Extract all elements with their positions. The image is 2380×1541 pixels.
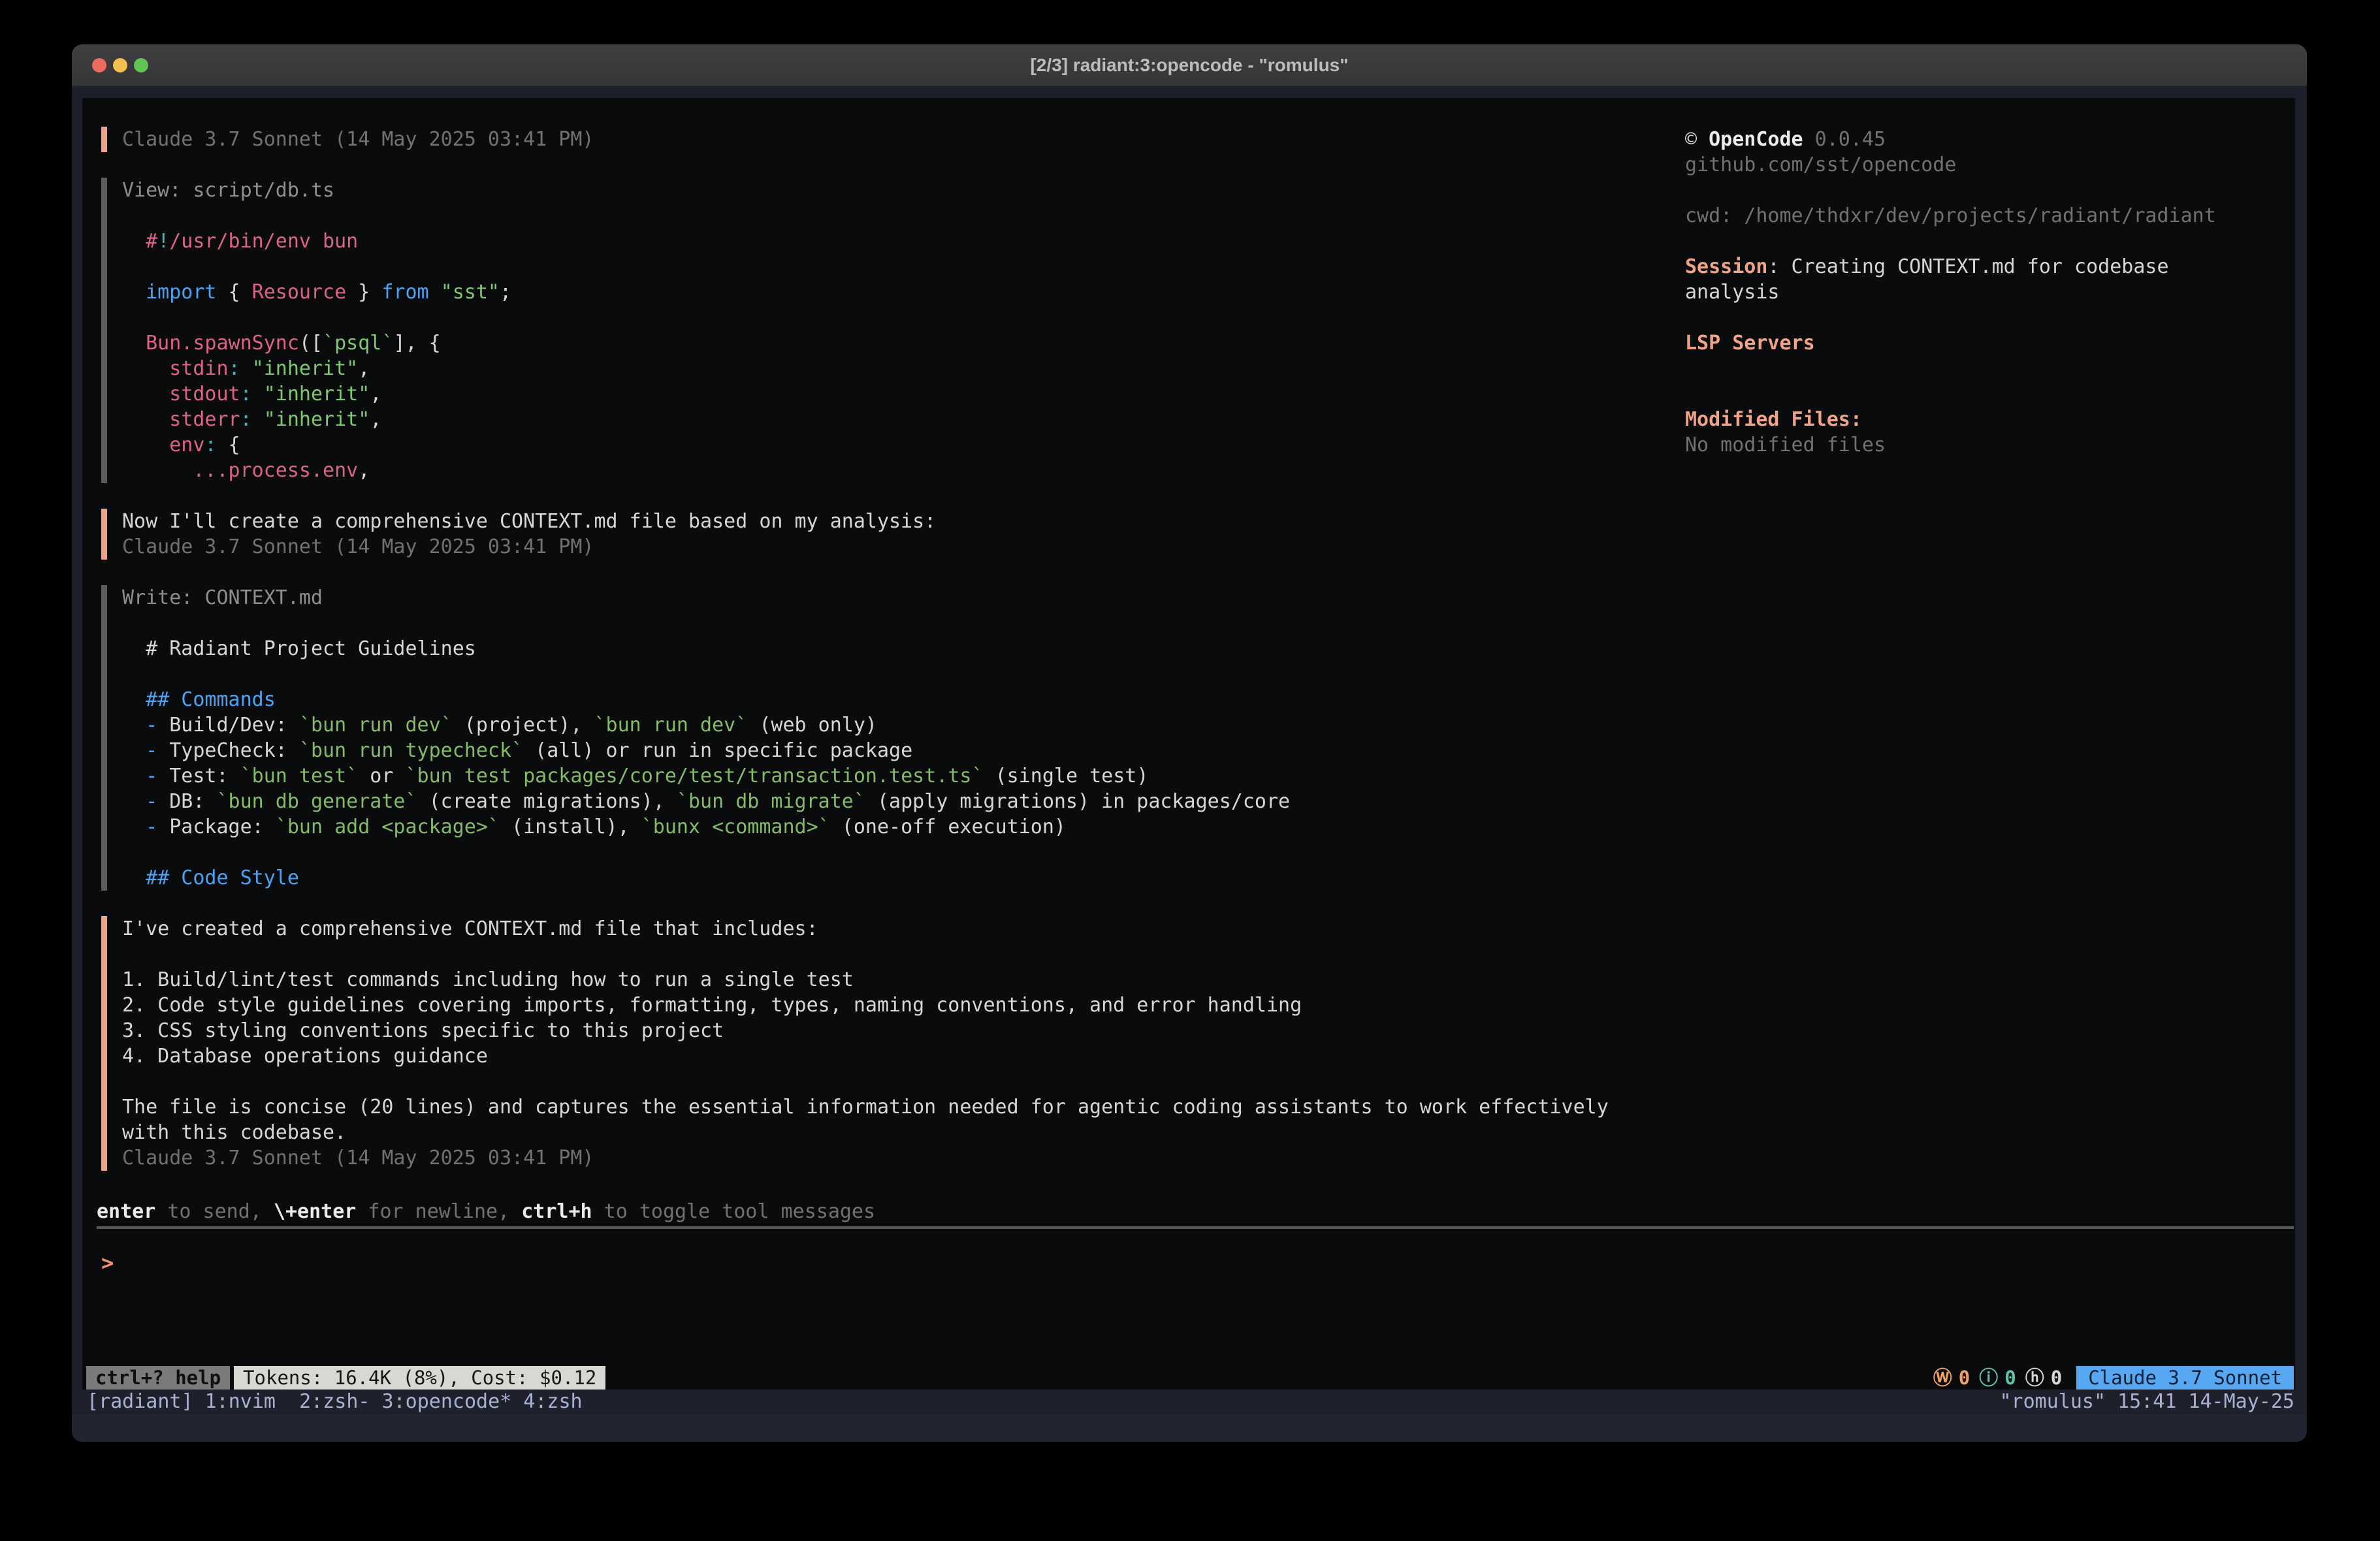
conversation-area: Claude 3.7 Sonnet (14 May 2025 03:41 PM)… (82, 127, 1685, 1196)
text-line: The file is concise (20 lines) and captu… (122, 1094, 1685, 1120)
sidebar-line (1685, 356, 2295, 381)
session-sidebar: © OpenCode 0.0.45github.com/sst/opencode… (1685, 127, 2295, 458)
text-line (122, 611, 1685, 636)
model-badge[interactable]: Claude 3.7 Sonnet (2076, 1366, 2294, 1390)
text-line: stdout: "inherit", (122, 381, 1685, 407)
sidebar-line: analysis (1685, 279, 2295, 305)
text-line (122, 942, 1685, 967)
warning-count: 0 (1959, 1366, 1970, 1390)
sidebar-line (1685, 381, 2295, 407)
sidebar-line: Session: Creating CONTEXT.md for codebas… (1685, 254, 2295, 279)
text-line (122, 254, 1685, 279)
text-line: 2. Code style guidelines covering import… (122, 993, 1685, 1018)
text-line (122, 1069, 1685, 1094)
text-line: env: { (122, 432, 1685, 458)
text-line: - TypeCheck: `bun run typecheck` (all) o… (122, 738, 1685, 763)
text-line: Now I'll create a comprehensive CONTEXT.… (122, 509, 1685, 534)
help-keybind-chip: ctrl+? help (86, 1366, 230, 1390)
text-line: I've created a comprehensive CONTEXT.md … (122, 916, 1685, 942)
status-bar: ctrl+? help Tokens: 16.4K (8%), Cost: $0… (82, 1366, 2295, 1390)
editor-divider (97, 1226, 2294, 1229)
input-editor: enter to send, \+enter for newline, ctrl… (97, 1199, 2295, 1277)
warning-icon: Ⓦ (1933, 1366, 1952, 1390)
assistant-message-header: Claude 3.7 Sonnet (14 May 2025 03:41 PM) (101, 127, 1685, 152)
assistant-message: I've created a comprehensive CONTEXT.md … (101, 916, 1685, 1171)
text-line (122, 840, 1685, 865)
text-line (122, 203, 1685, 229)
sidebar-line (1685, 178, 2295, 203)
sidebar-line: No modified files (1685, 432, 2295, 458)
text-line: Claude 3.7 Sonnet (14 May 2025 03:41 PM) (122, 1145, 1685, 1171)
tokens-cost-chip: Tokens: 16.4K (8%), Cost: $0.12 (234, 1366, 605, 1390)
text-line: 1. Build/lint/test commands including ho… (122, 967, 1685, 993)
text-line: - Build/Dev: `bun run dev` (project), `b… (122, 712, 1685, 738)
tool-view-block: View: script/db.ts #!/usr/bin/env bun im… (101, 178, 1685, 483)
tmux-window-list[interactable]: [radiant] 1:nvim 2:zsh- 3:opencode* 4:zs… (87, 1390, 583, 1414)
text-line: - Test: `bun test` or `bun test packages… (122, 763, 1685, 789)
tmux-session-clock: "romulus" 15:41 14-May-25 (1999, 1390, 2294, 1414)
text-line: ...process.env, (122, 458, 1685, 483)
window-title: [2/3] radiant:3:opencode - "romulus" (72, 44, 2307, 86)
text-line: ## Commands (122, 687, 1685, 712)
window-bottom-padding (72, 1414, 2307, 1442)
keybind-hint: enter to send, \+enter for newline, ctrl… (97, 1199, 2295, 1224)
sidebar-line: LSP Servers (1685, 330, 2295, 356)
sidebar-line (1685, 305, 2295, 330)
text-line: Claude 3.7 Sonnet (14 May 2025 03:41 PM) (122, 534, 1685, 560)
text-line (122, 661, 1685, 687)
sidebar-line: Modified Files: (1685, 407, 2295, 432)
assistant-message: Now I'll create a comprehensive CONTEXT.… (101, 509, 1685, 560)
text-line: stdin: "inherit", (122, 356, 1685, 381)
text-line: 4. Database operations guidance (122, 1043, 1685, 1069)
text-line: stderr: "inherit", (122, 407, 1685, 432)
tool-write-block: Write: CONTEXT.md # Radiant Project Guid… (101, 585, 1685, 891)
text-line: with this codebase. (122, 1120, 1685, 1145)
sidebar-line: cwd: /home/thdxr/dev/projects/radiant/ra… (1685, 203, 2295, 229)
sidebar-line: github.com/sst/opencode (1685, 152, 2295, 178)
hint-count: 0 (2051, 1366, 2062, 1390)
text-line: Claude 3.7 Sonnet (14 May 2025 03:41 PM) (122, 127, 1685, 152)
info-count: 0 (2004, 1366, 2016, 1390)
prompt-input[interactable]: > (97, 1248, 2295, 1277)
text-line: #!/usr/bin/env bun (122, 229, 1685, 254)
text-line: Write: CONTEXT.md (122, 585, 1685, 611)
text-line: - Package: `bun add <package>` (install)… (122, 814, 1685, 840)
sidebar-line: © OpenCode 0.0.45 (1685, 127, 2295, 152)
text-line: import { Resource } from "sst"; (122, 279, 1685, 305)
text-line: ## Code Style (122, 865, 1685, 891)
tmux-status-bar: [radiant] 1:nvim 2:zsh- 3:opencode* 4:zs… (72, 1390, 2307, 1414)
text-line: 3. CSS styling conventions specific to t… (122, 1018, 1685, 1043)
hint-icon: ⓗ (2025, 1366, 2044, 1390)
opencode-tui-panel: Claude 3.7 Sonnet (14 May 2025 03:41 PM)… (82, 98, 2295, 1390)
titlebar: [2/3] radiant:3:opencode - "romulus" (72, 44, 2307, 86)
sidebar-line (1685, 229, 2295, 254)
terminal-window: [2/3] radiant:3:opencode - "romulus" Cla… (72, 44, 2307, 1442)
prompt-chevron-icon: > (97, 1250, 114, 1275)
text-line (122, 305, 1685, 330)
text-line: - DB: `bun db generate` (create migratio… (122, 789, 1685, 814)
info-icon: ⓘ (1979, 1366, 1998, 1390)
text-line: Bun.spawnSync([`psql`], { (122, 330, 1685, 356)
text-line: View: script/db.ts (122, 178, 1685, 203)
text-line: # Radiant Project Guidelines (122, 636, 1685, 661)
